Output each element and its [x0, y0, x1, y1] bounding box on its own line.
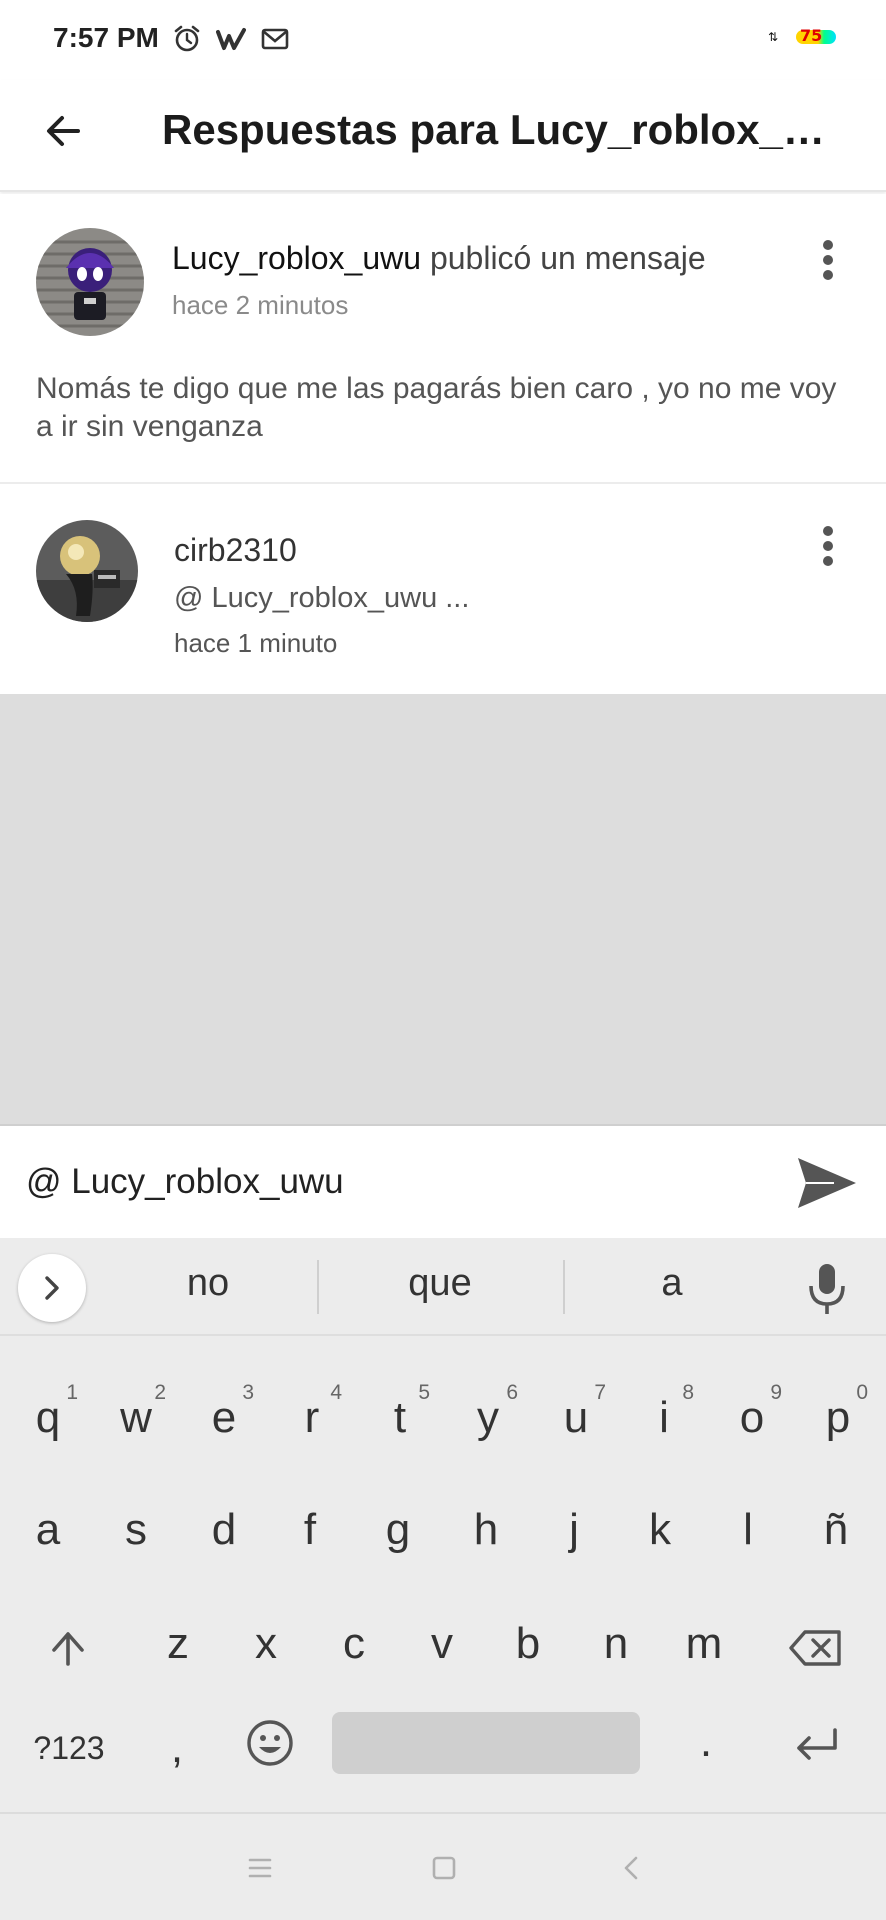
status-bar: 7:57 PM ⇅ 75 — [0, 0, 886, 80]
key-q[interactable]: q1 — [18, 1382, 78, 1468]
emoji-key[interactable] — [240, 1710, 300, 1790]
suggestion-strip: no que a — [0, 1238, 886, 1336]
status-notification-icons — [172, 24, 290, 54]
comma-key[interactable]: , — [152, 1718, 202, 1798]
send-icon — [798, 1158, 856, 1208]
chevron-right-icon — [45, 1276, 59, 1300]
reply-timestamp: hace 1 minuto — [174, 628, 338, 658]
key-n[interactable]: n — [586, 1614, 646, 1694]
chevron-left-icon — [624, 1856, 638, 1880]
key-f[interactable]: f — [280, 1500, 340, 1580]
send-button[interactable] — [794, 1150, 860, 1216]
recent-apps-button[interactable] — [240, 1848, 280, 1888]
emoji-icon — [247, 1720, 293, 1766]
alarm-icon — [174, 25, 200, 52]
enter-icon — [797, 1728, 837, 1760]
suggestion-2[interactable]: que — [340, 1262, 540, 1305]
post-body: Nomás te digo que me las pagarás bien ca… — [36, 372, 837, 443]
square-icon — [432, 1856, 456, 1880]
suggestion-divider — [317, 1260, 319, 1314]
key-r[interactable]: r4 — [282, 1382, 342, 1468]
key-k[interactable]: k — [630, 1500, 690, 1580]
key-t[interactable]: t5 — [370, 1382, 430, 1468]
empty-list-area — [0, 694, 886, 1124]
network-speed-icon: ⇅ — [767, 30, 778, 44]
key-o[interactable]: o9 — [722, 1382, 782, 1468]
more-vert-icon — [823, 240, 833, 250]
more-vert-icon — [823, 526, 833, 536]
key-b[interactable]: b — [498, 1614, 558, 1694]
soft-keyboard: no que a q1 w2 e3 r4 t5 y6 u7 i8 o9 p0 a… — [0, 1238, 886, 1812]
keyboard-expand-button[interactable] — [18, 1254, 86, 1322]
battery-level: 75 — [800, 26, 823, 45]
system-navigation-bar — [0, 1812, 886, 1920]
status-time: 7:57 PM — [53, 22, 159, 53]
system-back-button[interactable] — [612, 1848, 652, 1888]
key-i[interactable]: i8 — [634, 1382, 694, 1468]
avatar[interactable] — [36, 228, 144, 336]
symbols-key[interactable]: ?123 — [24, 1718, 114, 1798]
wattpad-icon — [216, 28, 246, 50]
post-timestamp: hace 2 minutos — [172, 290, 349, 320]
key-m[interactable]: m — [674, 1614, 734, 1694]
key-e[interactable]: e3 — [194, 1382, 254, 1468]
backspace-icon — [789, 1630, 841, 1666]
key-g[interactable]: g — [368, 1500, 428, 1580]
post-action: publicó un mensaje — [421, 240, 706, 276]
home-button[interactable] — [424, 1848, 464, 1888]
reply-mention: @ Lucy_roblox_uwu ... — [174, 582, 470, 614]
arrow-left-icon — [47, 116, 80, 146]
back-button[interactable] — [38, 106, 88, 156]
key-n-tilde[interactable]: ñ — [806, 1500, 866, 1580]
page-title: Respuestas para Lucy_roblox_u... — [162, 106, 842, 153]
key-d[interactable]: d — [194, 1500, 254, 1580]
reply-composer — [0, 1124, 886, 1238]
reply-item: cirb2310 @ Lucy_roblox_uwu ... hace 1 mi… — [0, 486, 886, 694]
backspace-key[interactable] — [780, 1614, 850, 1694]
key-c[interactable]: c — [324, 1614, 384, 1694]
enter-key[interactable] — [786, 1710, 846, 1790]
status-system-icons: ⇅ 75 — [768, 26, 836, 48]
key-u[interactable]: u7 — [546, 1382, 606, 1468]
battery-icon: 75 — [796, 26, 836, 48]
key-z[interactable]: z — [148, 1614, 208, 1694]
suggestion-divider — [563, 1260, 565, 1314]
reply-more-options-button[interactable] — [814, 520, 842, 572]
key-l[interactable]: l — [718, 1500, 778, 1580]
gmail-icon — [261, 28, 289, 50]
menu-lines-icon — [248, 1858, 272, 1878]
space-key[interactable] — [332, 1712, 640, 1774]
app-bar: Respuestas para Lucy_roblox_u... — [0, 80, 886, 192]
reply-avatar-image — [36, 520, 138, 622]
reply-avatar[interactable] — [36, 520, 138, 622]
avatar-image — [36, 228, 144, 336]
period-key[interactable]: . — [676, 1712, 736, 1792]
key-v[interactable]: v — [412, 1614, 472, 1694]
shift-key[interactable] — [38, 1614, 98, 1694]
reply-input[interactable] — [26, 1152, 766, 1212]
key-h[interactable]: h — [456, 1500, 516, 1580]
key-s[interactable]: s — [106, 1500, 166, 1580]
reply-author[interactable]: cirb2310 — [174, 532, 297, 569]
voice-input-button[interactable] — [802, 1260, 852, 1316]
post-more-options-button[interactable] — [814, 234, 842, 286]
original-post: Lucy_roblox_uwu publicó un mensaje hace … — [0, 194, 886, 484]
microphone-icon — [809, 1264, 845, 1314]
key-y[interactable]: y6 — [458, 1382, 518, 1468]
key-j[interactable]: j — [544, 1500, 604, 1580]
suggestion-3[interactable]: a — [572, 1262, 772, 1305]
post-author[interactable]: Lucy_roblox_uwu — [172, 240, 421, 276]
shift-arrow-icon — [52, 1632, 84, 1666]
key-x[interactable]: x — [236, 1614, 296, 1694]
key-w[interactable]: w2 — [106, 1382, 166, 1468]
post-header: Lucy_roblox_uwu publicó un mensaje — [172, 240, 706, 277]
key-a[interactable]: a — [18, 1500, 78, 1580]
suggestion-1[interactable]: no — [108, 1262, 308, 1305]
key-p[interactable]: p0 — [808, 1382, 868, 1468]
